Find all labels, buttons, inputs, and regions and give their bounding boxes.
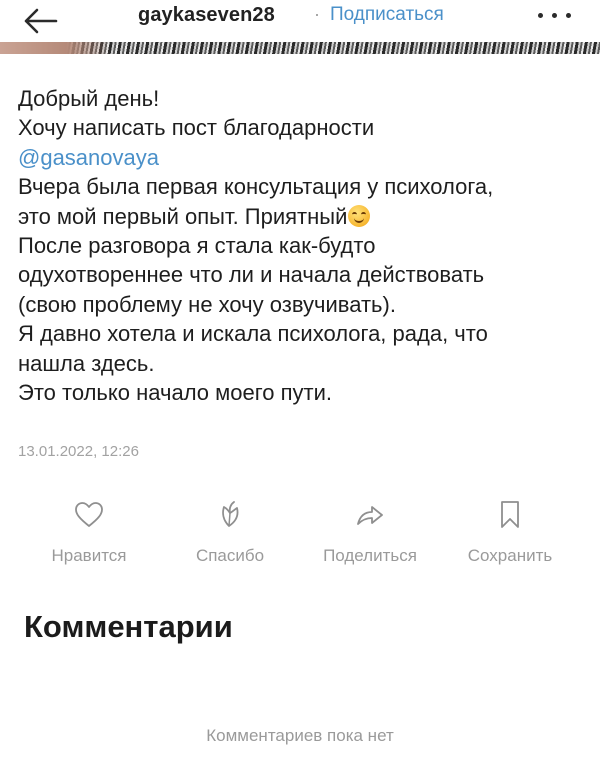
post-line: После разговора я стала как-будто (18, 232, 376, 258)
post-line: Вчера была первая консультация у психоло… (18, 174, 494, 200)
no-comments-text: Комментариев пока нет (206, 726, 394, 745)
post-actions: Нравится Спасибо Поделиться Сохранить (0, 495, 600, 575)
smile-emoji-icon (348, 204, 371, 227)
post-line: Это только начало моего пути. (18, 379, 332, 405)
share-arrow-icon (357, 506, 383, 525)
back-button[interactable] (20, 6, 60, 36)
mention-link[interactable]: @gasanovaya (18, 145, 159, 170)
header-separator: · (314, 4, 320, 24)
bookmark-icon (501, 501, 519, 528)
post-line: Хочу написать пост благодарности (18, 115, 375, 141)
thanks-label: Спасибо (195, 546, 265, 565)
post-timestamp: 13.01.2022, 12:26 (18, 443, 139, 460)
post-line: одухотвореннее что ли и начала действова… (18, 262, 485, 288)
post-image-edge[interactable] (0, 42, 600, 54)
username-title[interactable]: gaykaseven28 (138, 4, 275, 27)
post-line: Я давно хотела и искала психолога, рада,… (18, 321, 488, 347)
post-line: Добрый день! (18, 86, 160, 111)
heart-icon (75, 502, 103, 527)
like-button[interactable]: Нравится (24, 495, 154, 575)
more-dots-icon (538, 13, 543, 18)
post-line: нашла здесь. (18, 350, 155, 376)
comments-heading: Комментарии (24, 609, 233, 644)
like-label: Нравится (51, 546, 127, 565)
more-options-button[interactable] (536, 6, 574, 26)
share-button[interactable]: Поделиться (305, 495, 435, 575)
save-label: Сохранить (467, 546, 553, 565)
save-button[interactable]: Сохранить (445, 495, 575, 575)
post-line: (свою проблему не хочу озвучивать). (18, 291, 396, 317)
subscribe-button[interactable]: Подписаться (330, 4, 444, 26)
thanks-button[interactable]: Спасибо (165, 495, 295, 575)
top-bar: gaykaseven28 · Подписаться (0, 0, 600, 42)
flower-icon (222, 501, 239, 527)
post-line: это мой первый опыт. Приятный (18, 203, 348, 229)
share-label: Поделиться (323, 546, 417, 565)
post-body: Добрый день! Хочу написать пост благодар… (18, 84, 588, 407)
back-arrow-icon (24, 8, 58, 34)
